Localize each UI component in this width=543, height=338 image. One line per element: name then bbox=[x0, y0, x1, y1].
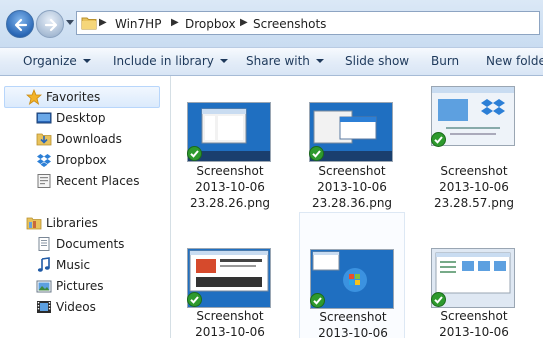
libraries-icon bbox=[26, 217, 42, 230]
nav-documents-label: Documents bbox=[56, 237, 125, 251]
nav-videos-label: Videos bbox=[56, 300, 96, 314]
breadcrumb-screenshots[interactable]: Screenshots bbox=[253, 17, 326, 31]
nav-dropbox-label: Dropbox bbox=[56, 153, 107, 167]
sync-check-icon bbox=[431, 292, 446, 307]
file-name: Screenshot 2013-10-06 23.28.57.png bbox=[421, 163, 527, 211]
nav-libraries-label: Libraries bbox=[46, 216, 98, 230]
back-button[interactable] bbox=[6, 10, 34, 38]
file-item[interactable]: Screenshot 2013-10-06 23.28.36.png bbox=[299, 76, 405, 210]
breadcrumb-separator[interactable]: ▶ bbox=[171, 17, 179, 28]
share-with-label: Share with bbox=[246, 54, 310, 68]
file-name-line: 2013-10-06 bbox=[195, 180, 265, 194]
file-name: Screenshot 2013-10-06 bbox=[177, 308, 283, 338]
file-list: Screenshot 2013-10-06 23.28.26.png Scree… bbox=[171, 76, 543, 338]
nav-favorites-label: Favorites bbox=[46, 90, 101, 104]
recent-pages-dropdown-icon[interactable] bbox=[66, 20, 74, 26]
recent-places-icon bbox=[37, 174, 51, 188]
sync-check-icon bbox=[309, 146, 324, 161]
file-item[interactable]: Screenshot 2013-10-06 23.28.26.png bbox=[177, 76, 283, 210]
file-name-line: 23.28.57.png bbox=[433, 196, 515, 210]
videos-icon bbox=[37, 301, 51, 313]
nav-music-label: Music bbox=[56, 258, 91, 272]
music-note-icon bbox=[37, 257, 50, 272]
sync-check-icon bbox=[310, 293, 325, 308]
file-name-line: 2013-10-06 bbox=[439, 180, 509, 194]
file-name-line: 2013-10-06 bbox=[317, 180, 387, 194]
forward-button[interactable] bbox=[36, 10, 64, 38]
desktop-icon bbox=[36, 112, 52, 124]
include-in-library-label: Include in library bbox=[113, 54, 214, 68]
chevron-down-icon bbox=[82, 59, 91, 63]
chevron-down-icon bbox=[315, 59, 324, 63]
command-bar: Organize Include in library Share with S… bbox=[0, 47, 543, 76]
file-name-line: Screenshot bbox=[440, 164, 508, 178]
documents-icon bbox=[38, 237, 50, 251]
slide-show-button[interactable]: Slide show bbox=[345, 54, 409, 68]
sync-check-icon bbox=[431, 132, 446, 147]
nav-downloads-label: Downloads bbox=[56, 132, 122, 146]
nav-recent-places-label: Recent Places bbox=[56, 174, 140, 188]
organize-label: Organize bbox=[23, 54, 77, 68]
file-item[interactable]: Screenshot 2013-10-06 23.28.57.png bbox=[421, 76, 527, 210]
organize-button[interactable]: Organize bbox=[23, 54, 91, 68]
breadcrumb-separator[interactable]: ▶ bbox=[99, 17, 107, 28]
file-name-line: 2013-10-06 bbox=[439, 325, 509, 338]
star-icon bbox=[26, 89, 42, 105]
file-name: Screenshot 2013-10-06 23.28.36.png bbox=[299, 163, 405, 211]
nav-pictures-label: Pictures bbox=[56, 279, 104, 293]
file-item[interactable]: Screenshot 2013-10-06 bbox=[299, 212, 405, 338]
address-bar: ▶ Win7HP ▶ Dropbox ▶ Screenshots bbox=[0, 0, 543, 47]
file-item[interactable]: Screenshot 2013-10-06 bbox=[421, 212, 527, 338]
file-item[interactable]: Screenshot 2013-10-06 bbox=[177, 212, 283, 338]
new-folder-button[interactable]: New folder bbox=[486, 54, 543, 68]
file-name-line: 23.28.26.png bbox=[189, 196, 271, 210]
breadcrumb-separator[interactable]: ▶ bbox=[240, 17, 248, 28]
sync-check-icon bbox=[187, 292, 202, 307]
file-name: Screenshot 2013-10-06 23.28.26.png bbox=[177, 163, 283, 211]
file-name: Screenshot 2013-10-06 bbox=[300, 309, 406, 338]
file-name-line: 2013-10-06 bbox=[195, 325, 265, 338]
file-name: Screenshot 2013-10-06 bbox=[421, 308, 527, 338]
folder-icon bbox=[81, 17, 97, 30]
downloads-folder-icon bbox=[36, 133, 52, 146]
navigation-pane: Favorites Desktop Downloads Dropbox Rece… bbox=[0, 76, 170, 338]
file-name-line: Screenshot bbox=[318, 164, 386, 178]
file-name-line: 23.28.36.png bbox=[311, 196, 393, 210]
share-with-button[interactable]: Share with bbox=[246, 54, 324, 68]
chevron-down-icon bbox=[219, 59, 228, 63]
sync-check-icon bbox=[187, 146, 202, 161]
burn-button[interactable]: Burn bbox=[431, 54, 459, 68]
nav-desktop-label: Desktop bbox=[56, 111, 106, 125]
breadcrumb-dropbox[interactable]: Dropbox bbox=[185, 17, 236, 31]
file-name-line: Screenshot bbox=[319, 310, 387, 324]
breadcrumb[interactable]: ▶ Win7HP ▶ Dropbox ▶ Screenshots bbox=[76, 11, 540, 35]
breadcrumb-win7hp[interactable]: Win7HP bbox=[115, 17, 161, 31]
arrow-right-icon bbox=[44, 18, 58, 32]
include-in-library-button[interactable]: Include in library bbox=[113, 54, 228, 68]
pictures-icon bbox=[36, 280, 52, 293]
file-name-line: Screenshot bbox=[196, 309, 264, 323]
file-name-line: Screenshot bbox=[196, 164, 264, 178]
arrow-left-icon bbox=[14, 18, 28, 32]
dropbox-icon bbox=[37, 154, 51, 167]
file-name-line: Screenshot bbox=[440, 309, 508, 323]
file-name-line: 2013-10-06 bbox=[318, 326, 388, 338]
